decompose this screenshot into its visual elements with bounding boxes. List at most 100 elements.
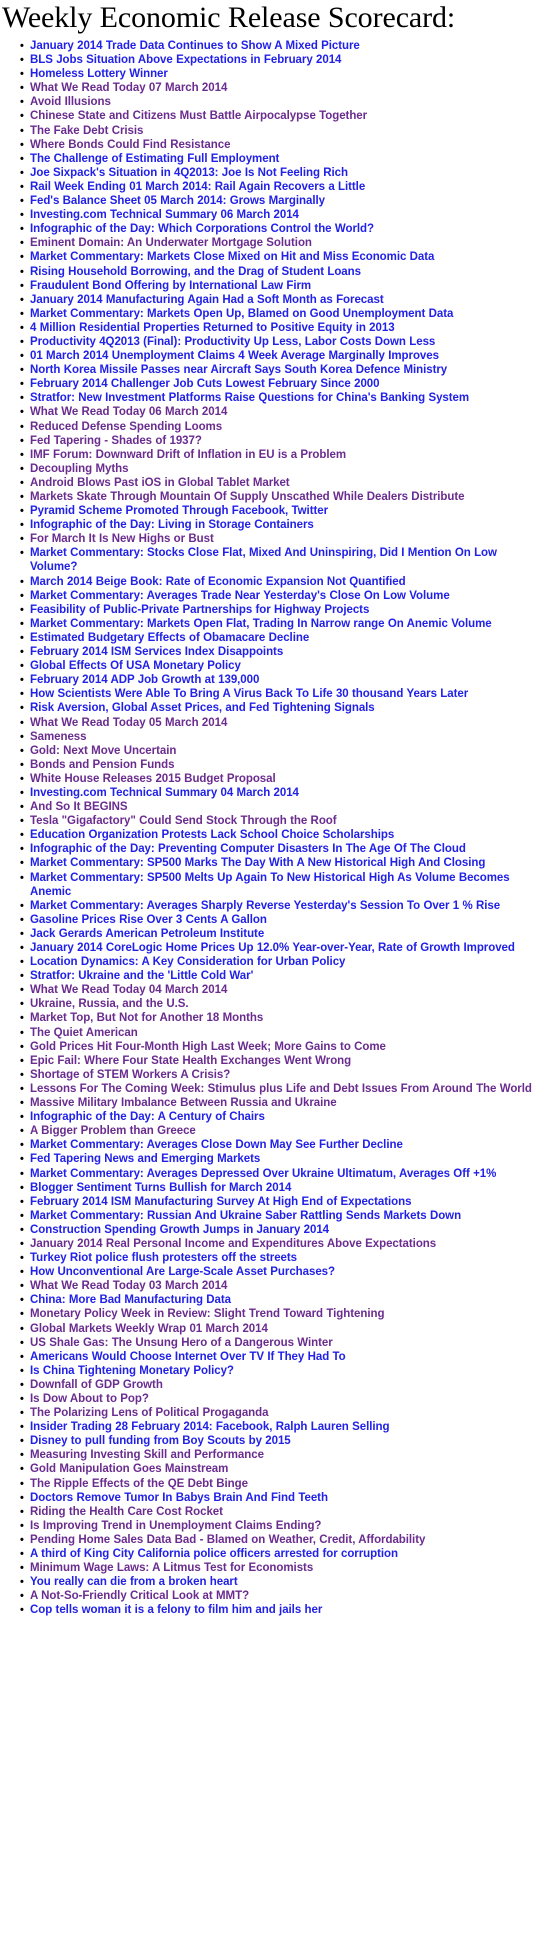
article-link[interactable]: Stratfor: New Investment Platforms Raise… bbox=[30, 392, 469, 404]
article-link[interactable]: Americans Would Choose Internet Over TV … bbox=[30, 1351, 346, 1363]
article-link[interactable]: Market Commentary: Averages Close Down M… bbox=[30, 1139, 403, 1151]
article-link[interactable]: Market Commentary: Markets Close Mixed o… bbox=[30, 251, 434, 263]
article-link[interactable]: Decoupling Myths bbox=[30, 463, 128, 475]
article-link[interactable]: Is Improving Trend in Unemployment Claim… bbox=[30, 1520, 321, 1532]
article-link[interactable]: Doctors Remove Tumor In Babys Brain And … bbox=[30, 1492, 328, 1504]
article-link[interactable]: Avoid Illusions bbox=[30, 96, 111, 108]
article-link[interactable]: Fraudulent Bond Offering by Internationa… bbox=[30, 280, 311, 292]
article-link[interactable]: A Not-So-Friendly Critical Look at MMT? bbox=[30, 1590, 249, 1602]
article-link[interactable]: Markets Skate Through Mountain Of Supply… bbox=[30, 491, 465, 503]
article-link[interactable]: Jack Gerards American Petroleum Institut… bbox=[30, 928, 264, 940]
article-link[interactable]: IMF Forum: Downward Drift of Inflation i… bbox=[30, 449, 346, 461]
article-link[interactable]: Insider Trading 28 February 2014: Facebo… bbox=[30, 1421, 390, 1433]
article-link[interactable]: BLS Jobs Situation Above Expectations in… bbox=[30, 54, 341, 66]
article-link[interactable]: Reduced Defense Spending Looms bbox=[30, 421, 222, 433]
article-link[interactable]: Fed's Balance Sheet 05 March 2014: Grows… bbox=[30, 195, 325, 207]
article-link[interactable]: Blogger Sentiment Turns Bullish for Marc… bbox=[30, 1182, 291, 1194]
article-link[interactable]: Downfall of GDP Growth bbox=[30, 1379, 163, 1391]
article-link[interactable]: January 2014 Trade Data Continues to Sho… bbox=[30, 40, 360, 52]
article-link[interactable]: How Unconventional Are Large-Scale Asset… bbox=[30, 1266, 335, 1278]
article-link[interactable]: Where Bonds Could Find Resistance bbox=[30, 139, 230, 151]
article-link[interactable]: February 2014 ISM Manufacturing Survey A… bbox=[30, 1196, 412, 1208]
article-link[interactable]: Infographic of the Day: A Century of Cha… bbox=[30, 1111, 265, 1123]
article-link[interactable]: Riding the Health Care Cost Rocket bbox=[30, 1506, 223, 1518]
article-link[interactable]: Turkey Riot police flush protesters off … bbox=[30, 1252, 297, 1264]
article-link[interactable]: A Bigger Problem than Greece bbox=[30, 1125, 196, 1137]
article-link[interactable]: Estimated Budgetary Effects of Obamacare… bbox=[30, 632, 309, 644]
article-link[interactable]: Disney to pull funding from Boy Scouts b… bbox=[30, 1435, 291, 1447]
article-link[interactable]: Infographic of the Day: Which Corporatio… bbox=[30, 223, 374, 235]
article-link[interactable]: The Quiet American bbox=[30, 1027, 138, 1039]
article-link[interactable]: Lessons For The Coming Week: Stimulus pl… bbox=[30, 1083, 532, 1095]
article-link[interactable]: February 2014 Challenger Job Cuts Lowest… bbox=[30, 378, 380, 390]
article-link[interactable]: Is Dow About to Pop? bbox=[30, 1393, 149, 1405]
article-link[interactable]: The Challenge of Estimating Full Employm… bbox=[30, 153, 279, 165]
article-link[interactable]: Pyramid Scheme Promoted Through Facebook… bbox=[30, 505, 328, 517]
article-link[interactable]: Eminent Domain: An Underwater Mortgage S… bbox=[30, 237, 312, 249]
article-link[interactable]: What We Read Today 07 March 2014 bbox=[30, 82, 227, 94]
article-link[interactable]: China: More Bad Manufacturing Data bbox=[30, 1294, 231, 1306]
article-link[interactable]: Market Commentary: Averages Sharply Reve… bbox=[30, 900, 500, 912]
article-link[interactable]: Infographic of the Day: Living in Storag… bbox=[30, 519, 314, 531]
article-link[interactable]: Epic Fail: Where Four State Health Excha… bbox=[30, 1055, 351, 1067]
article-link[interactable]: Joe Sixpack's Situation in 4Q2013: Joe I… bbox=[30, 167, 348, 179]
article-link[interactable]: Market Commentary: Russian And Ukraine S… bbox=[30, 1210, 461, 1222]
article-link[interactable]: And So It BEGINS bbox=[30, 801, 128, 813]
article-link[interactable]: 01 March 2014 Unemployment Claims 4 Week… bbox=[30, 350, 439, 362]
article-link[interactable]: Pending Home Sales Data Bad - Blamed on … bbox=[30, 1534, 425, 1546]
article-link[interactable]: February 2014 ISM Services Index Disappo… bbox=[30, 646, 283, 658]
article-link[interactable]: Fed Tapering News and Emerging Markets bbox=[30, 1153, 260, 1165]
article-link[interactable]: Market Commentary: Averages Depressed Ov… bbox=[30, 1168, 496, 1180]
article-link[interactable]: How Scientists Were Able To Bring A Viru… bbox=[30, 688, 468, 700]
article-link[interactable]: Market Commentary: Averages Trade Near Y… bbox=[30, 590, 450, 602]
article-link[interactable]: Market Commentary: Markets Open Flat, Tr… bbox=[30, 618, 492, 630]
article-link[interactable]: March 2014 Beige Book: Rate of Economic … bbox=[30, 576, 406, 588]
article-link[interactable]: January 2014 CoreLogic Home Prices Up 12… bbox=[30, 942, 515, 954]
article-link[interactable]: Infographic of the Day: Preventing Compu… bbox=[30, 843, 466, 855]
article-link[interactable]: Fed Tapering - Shades of 1937? bbox=[30, 435, 202, 447]
article-link[interactable]: Gasoline Prices Rise Over 3 Cents A Gall… bbox=[30, 914, 267, 926]
article-link[interactable]: Massive Military Imbalance Between Russi… bbox=[30, 1097, 337, 1109]
article-link[interactable]: You really can die from a broken heart bbox=[30, 1576, 238, 1588]
article-link[interactable]: Sameness bbox=[30, 731, 87, 743]
article-link[interactable]: Education Organization Protests Lack Sch… bbox=[30, 829, 394, 841]
article-link[interactable]: Global Effects Of USA Monetary Policy bbox=[30, 660, 241, 672]
article-link[interactable]: Is China Tightening Monetary Policy? bbox=[30, 1365, 234, 1377]
article-link[interactable]: Productivity 4Q2013 (Final): Productivit… bbox=[30, 336, 435, 348]
article-link[interactable]: Global Markets Weekly Wrap 01 March 2014 bbox=[30, 1323, 268, 1335]
article-link[interactable]: What We Read Today 06 March 2014 bbox=[30, 406, 227, 418]
article-link[interactable]: Location Dynamics: A Key Consideration f… bbox=[30, 956, 345, 968]
article-link[interactable]: Market Commentary: SP500 Marks The Day W… bbox=[30, 857, 485, 869]
article-link[interactable]: The Fake Debt Crisis bbox=[30, 125, 143, 137]
article-link[interactable]: January 2014 Real Personal Income and Ex… bbox=[30, 1238, 436, 1250]
article-link[interactable]: Investing.com Technical Summary 04 March… bbox=[30, 787, 299, 799]
article-link[interactable]: What We Read Today 03 March 2014 bbox=[30, 1280, 227, 1292]
article-link[interactable]: Ukraine, Russia, and the U.S. bbox=[30, 998, 189, 1010]
article-link[interactable]: Rail Week Ending 01 March 2014: Rail Aga… bbox=[30, 181, 365, 193]
article-link[interactable]: The Ripple Effects of the QE Debt Binge bbox=[30, 1478, 248, 1490]
article-link[interactable]: Homeless Lottery Winner bbox=[30, 68, 168, 80]
article-link[interactable]: Bonds and Pension Funds bbox=[30, 759, 175, 771]
article-link[interactable]: Minimum Wage Laws: A Litmus Test for Eco… bbox=[30, 1562, 313, 1574]
article-link[interactable]: Risk Aversion, Global Asset Prices, and … bbox=[30, 702, 375, 714]
article-link[interactable]: Stratfor: Ukraine and the 'Little Cold W… bbox=[30, 970, 253, 982]
article-link[interactable]: Market Commentary: Stocks Close Flat, Mi… bbox=[30, 547, 497, 573]
article-link[interactable]: Android Blows Past iOS in Global Tablet … bbox=[30, 477, 290, 489]
article-link[interactable]: Gold: Next Move Uncertain bbox=[30, 745, 176, 757]
article-link[interactable]: Chinese State and Citizens Must Battle A… bbox=[30, 110, 367, 122]
article-link[interactable]: What We Read Today 04 March 2014 bbox=[30, 984, 227, 996]
article-link[interactable]: Construction Spending Growth Jumps in Ja… bbox=[30, 1224, 329, 1236]
article-link[interactable]: Measuring Investing Skill and Performanc… bbox=[30, 1449, 264, 1461]
article-link[interactable]: Cop tells woman it is a felony to film h… bbox=[30, 1604, 322, 1616]
article-link[interactable]: Tesla "Gigafactory" Could Send Stock Thr… bbox=[30, 815, 337, 827]
article-link[interactable]: US Shale Gas: The Unsung Hero of a Dange… bbox=[30, 1337, 333, 1349]
article-link[interactable]: What We Read Today 05 March 2014 bbox=[30, 717, 227, 729]
article-link[interactable]: Rising Household Borrowing, and the Drag… bbox=[30, 266, 361, 278]
article-link[interactable]: Feasibility of Public-Private Partnershi… bbox=[30, 604, 369, 616]
article-link[interactable]: Market Commentary: SP500 Melts Up Again … bbox=[30, 872, 510, 898]
article-link[interactable]: Investing.com Technical Summary 06 March… bbox=[30, 209, 299, 221]
article-link[interactable]: February 2014 ADP Job Growth at 139,000 bbox=[30, 674, 259, 686]
article-link[interactable]: White House Releases 2015 Budget Proposa… bbox=[30, 773, 276, 785]
article-link[interactable]: Gold Prices Hit Four-Month High Last Wee… bbox=[30, 1041, 386, 1053]
article-link[interactable]: For March It Is New Highs or Bust bbox=[30, 533, 214, 545]
